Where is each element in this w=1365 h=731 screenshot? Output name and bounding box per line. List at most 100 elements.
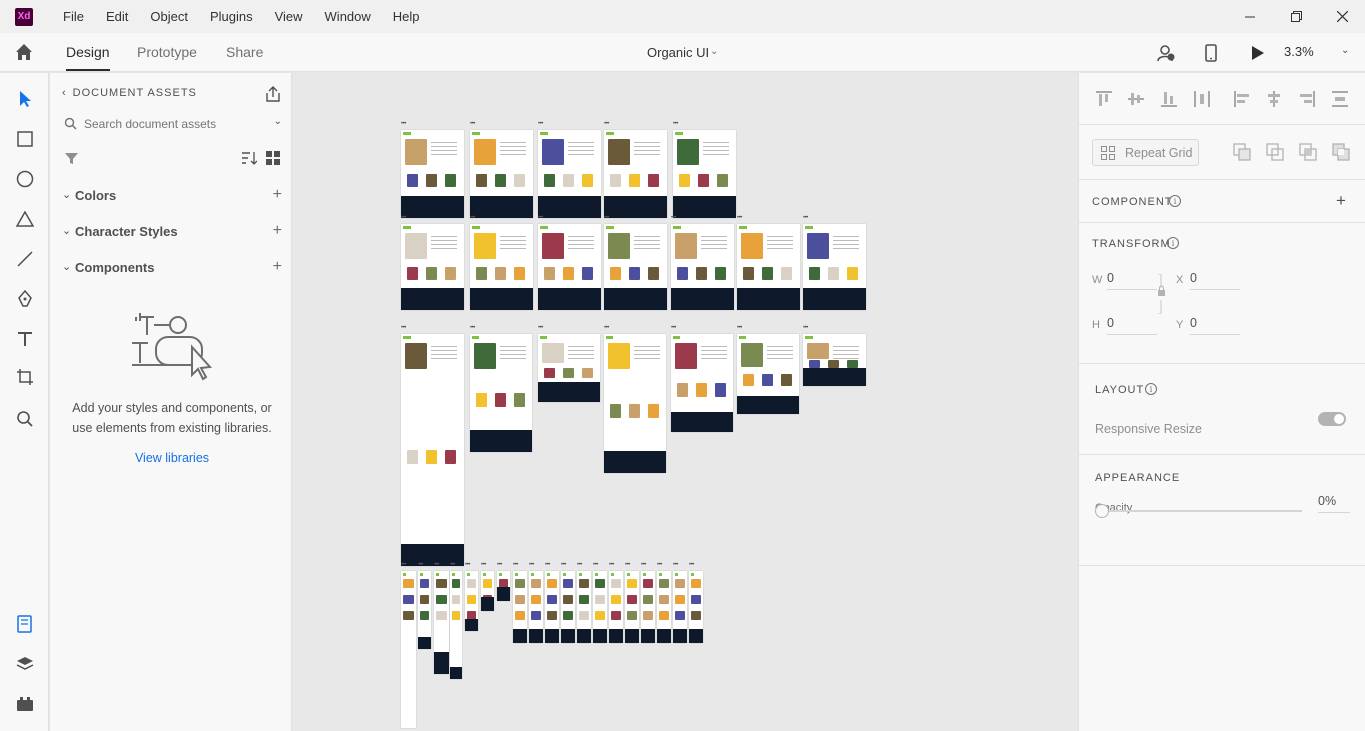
artboard-thumbnail[interactable] [401,130,464,218]
add-color-plus-icon[interactable]: + [273,186,282,204]
artboard-label[interactable]: ••• [401,121,406,127]
artboard-label[interactable]: ••• [625,562,630,568]
add-character-style-plus-icon[interactable]: + [273,222,282,240]
artboard-label[interactable]: ••• [803,215,808,221]
menu-plugins[interactable]: Plugins [199,9,264,24]
artboard-label[interactable]: ••• [673,121,678,127]
artboard-label[interactable]: ••• [481,562,486,568]
artboard-label[interactable]: ••• [604,121,609,127]
artboard-thumbnail[interactable] [604,224,667,310]
distribute-vertical-icon[interactable] [1331,90,1349,108]
share-export-icon[interactable] [264,85,282,103]
align-center-icon[interactable] [1265,90,1283,108]
artboard-label[interactable]: ••• [538,325,543,331]
artboard-label[interactable]: ••• [538,215,543,221]
ellipse-tool[interactable] [14,168,36,190]
artboard-thumbnail[interactable] [671,334,733,432]
opacity-slider-handle[interactable] [1095,504,1109,518]
artboard-label[interactable]: ••• [561,562,566,568]
artboard-thumbnail[interactable] [604,130,667,218]
design-canvas[interactable]: ••• ••• ••• ••• ••• ••• ••• ••• ••• ••• ••• ••• ••• •… [293,73,1077,731]
artboard-label[interactable]: ••• [671,215,676,221]
section-colors[interactable]: ⌄ Colors + [62,186,282,206]
zoom-chevron-down-icon[interactable]: ⌄ [1341,45,1349,56]
add-component-plus-icon[interactable]: + [1336,191,1346,211]
artboard-thumbnail[interactable] [450,571,462,679]
artboard-label[interactable]: ••• [604,215,609,221]
chevron-left-icon[interactable]: ‹ [62,87,67,99]
zoom-level[interactable]: 3.3% [1284,44,1314,59]
artboard-thumbnail[interactable] [737,224,800,310]
tab-prototype[interactable]: Prototype [137,44,197,60]
artboard-label[interactable]: ••• [737,325,742,331]
artboard-thumbnail[interactable] [470,334,532,452]
polygon-tool[interactable] [14,208,36,230]
zoom-tool[interactable] [14,408,36,430]
artboard-thumbnail[interactable] [689,571,703,643]
rectangle-tool[interactable] [14,128,36,150]
artboard-label[interactable]: ••• [513,562,518,568]
distribute-horizontal-icon[interactable] [1193,90,1211,108]
artboard-label[interactable]: ••• [401,562,406,568]
artboard-label[interactable]: ••• [737,215,742,221]
artboard-label[interactable]: ••• [529,562,534,568]
artboard-label[interactable]: ••• [604,325,609,331]
boolean-intersect-icon[interactable] [1299,143,1317,161]
menu-view[interactable]: View [264,9,314,24]
artboard-label[interactable]: ••• [593,562,598,568]
align-left-icon[interactable] [1233,90,1251,108]
artboard-thumbnail[interactable] [434,571,449,674]
artboard-thumbnail[interactable] [529,571,543,643]
assets-header[interactable]: ‹ DOCUMENT ASSETS [62,87,197,99]
artboard-label[interactable]: ••• [657,562,662,568]
artboard-thumbnail[interactable] [673,571,687,643]
filter-icon[interactable] [65,152,78,165]
section-components[interactable]: ⌄ Components + [62,258,282,278]
layout-info-icon[interactable]: i [1145,383,1157,395]
minimize-button[interactable] [1227,0,1273,33]
line-tool[interactable] [14,248,36,270]
invite-user-icon[interactable] [1156,43,1176,63]
artboard-label[interactable]: ••• [465,562,470,568]
artboard-thumbnail[interactable] [401,334,464,566]
opacity-value[interactable]: 0% [1318,494,1350,513]
artboard-thumbnail[interactable] [481,571,494,611]
artboard-label[interactable]: ••• [470,121,475,127]
tab-design[interactable]: Design [66,44,110,71]
boolean-exclude-icon[interactable] [1332,143,1350,161]
align-top-icon[interactable] [1095,90,1113,108]
artboard-label[interactable]: ••• [577,562,582,568]
select-tool[interactable] [14,88,36,110]
height-field[interactable]: 0 [1107,316,1157,335]
play-icon[interactable] [1247,43,1267,63]
artboard-label[interactable]: ••• [671,325,676,331]
pen-tool[interactable] [14,288,36,310]
artboard-thumbnail[interactable] [497,571,510,601]
artboard-thumbnail[interactable] [538,334,600,402]
align-middle-icon[interactable] [1127,90,1145,108]
lock-aspect-icon[interactable] [1157,274,1167,314]
y-field[interactable]: 0 [1190,316,1240,335]
artboard-label[interactable]: ••• [450,562,455,568]
artboard-label[interactable]: ••• [470,215,475,221]
home-icon[interactable] [14,42,34,62]
artboard-label[interactable]: ••• [434,562,439,568]
close-button[interactable] [1319,0,1365,33]
x-field[interactable]: 0 [1190,271,1240,290]
artboard-thumbnail[interactable] [470,130,533,218]
artboard-thumbnail[interactable] [641,571,655,643]
artboard-label[interactable]: ••• [689,562,694,568]
menu-window[interactable]: Window [314,9,382,24]
assets-panel-toggle[interactable] [14,613,36,635]
opacity-slider-track[interactable] [1109,510,1302,512]
artboard-thumbnail[interactable] [657,571,671,643]
artboard-thumbnail[interactable] [625,571,639,643]
artboard-label[interactable]: ••• [641,562,646,568]
text-tool[interactable] [14,328,36,350]
layers-panel-toggle[interactable] [14,653,36,675]
restore-button[interactable] [1273,0,1319,33]
grid-view-icon[interactable] [266,151,280,165]
align-right-icon[interactable] [1298,90,1316,108]
menu-edit[interactable]: Edit [95,9,139,24]
artboard-thumbnail[interactable] [545,571,559,643]
